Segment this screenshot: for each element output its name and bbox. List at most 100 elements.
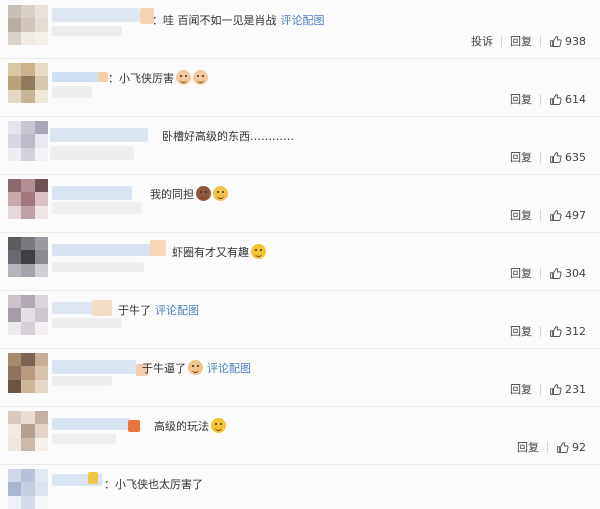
thumbs-up-icon bbox=[550, 151, 562, 163]
comment-actions: 回复 635 bbox=[510, 149, 586, 165]
avatar[interactable] bbox=[8, 353, 48, 393]
cat-face-emoji bbox=[196, 186, 211, 201]
comment-image-link[interactable]: 评论配图 bbox=[207, 362, 251, 375]
emoji-mouth bbox=[197, 79, 204, 83]
avatar[interactable] bbox=[8, 121, 48, 161]
avatar-pixel bbox=[34, 437, 48, 451]
like-count: 231 bbox=[565, 382, 586, 396]
avatar-pixel bbox=[21, 424, 35, 438]
comment-actions: 回复 497 bbox=[510, 207, 586, 223]
reply-button[interactable]: 回复 bbox=[517, 439, 539, 455]
thumbs-up-icon bbox=[550, 209, 562, 221]
avatar-pixel bbox=[8, 63, 22, 77]
like-button[interactable]: 635 bbox=[549, 151, 586, 164]
comment-image-link[interactable]: 评论配图 bbox=[155, 304, 199, 317]
report-button[interactable]: 投诉 bbox=[471, 33, 493, 49]
like-button[interactable]: 231 bbox=[549, 383, 586, 396]
emoji-eye bbox=[255, 249, 257, 251]
avatar-pixel bbox=[34, 250, 48, 264]
avatar-pixel bbox=[8, 379, 22, 393]
emoji-eye bbox=[197, 365, 199, 367]
avatar-pixel bbox=[8, 424, 22, 438]
avatar-pixel bbox=[21, 89, 35, 103]
like-button[interactable]: 938 bbox=[549, 35, 586, 48]
comment-item: 于牛逼了 评论配图回复 231 bbox=[0, 348, 600, 407]
avatar[interactable] bbox=[8, 5, 48, 45]
redacted-username bbox=[52, 8, 140, 22]
avatar-pixel bbox=[21, 411, 35, 425]
like-count: 635 bbox=[565, 150, 586, 164]
avatar-pixel bbox=[34, 5, 48, 19]
avatar-pixel bbox=[8, 31, 22, 45]
avatar-pixel bbox=[21, 379, 35, 393]
reply-button[interactable]: 回复 bbox=[510, 149, 532, 165]
comment-item: 我的同担回复 497 bbox=[0, 174, 600, 233]
avatar-pixel bbox=[21, 295, 35, 309]
comment-body: ：小飞侠也太厉害了 bbox=[104, 478, 203, 491]
reply-button[interactable]: 回复 bbox=[510, 381, 532, 397]
thumbs-up-icon bbox=[550, 325, 562, 337]
reply-button[interactable]: 回复 bbox=[510, 323, 532, 339]
like-button[interactable]: 92 bbox=[556, 441, 586, 454]
avatar-pixel bbox=[8, 495, 22, 509]
divider bbox=[547, 441, 548, 453]
avatar-pixel bbox=[8, 437, 22, 451]
divider bbox=[540, 35, 541, 47]
comment-image-link[interactable]: 评论配图 bbox=[281, 14, 325, 27]
redacted-username bbox=[52, 376, 112, 386]
avatar[interactable] bbox=[8, 469, 48, 509]
avatar-pixel bbox=[21, 76, 35, 90]
avatar-pixel bbox=[21, 5, 35, 19]
comment-body: 卧槽好高级的东西………… bbox=[162, 130, 294, 143]
avatar-pixel bbox=[34, 63, 48, 77]
reply-button[interactable]: 回复 bbox=[510, 33, 532, 49]
avatar-pixel bbox=[34, 237, 48, 251]
avatar-pixel bbox=[34, 18, 48, 32]
avatar-pixel bbox=[8, 134, 22, 148]
reply-button[interactable]: 回复 bbox=[510, 207, 532, 223]
thumbs-up-icon bbox=[550, 93, 562, 105]
thumbs-up-icon bbox=[550, 35, 562, 47]
avatar[interactable] bbox=[8, 411, 48, 451]
like-button[interactable]: 614 bbox=[549, 93, 586, 106]
avatar[interactable] bbox=[8, 237, 48, 277]
like-button[interactable]: 497 bbox=[549, 209, 586, 222]
avatar[interactable] bbox=[8, 179, 48, 219]
like-button[interactable]: 304 bbox=[549, 267, 586, 280]
avatar-pixel bbox=[21, 179, 35, 193]
avatar-pixel bbox=[8, 89, 22, 103]
divider bbox=[540, 93, 541, 105]
avatar-pixel bbox=[21, 469, 35, 483]
emoji-eye bbox=[197, 75, 199, 77]
emoji-eye bbox=[205, 191, 207, 193]
comment-actions: 回复 312 bbox=[510, 323, 586, 339]
emoji-eye bbox=[215, 423, 217, 425]
like-button[interactable]: 312 bbox=[549, 325, 586, 338]
reply-button[interactable]: 回复 bbox=[510, 91, 532, 107]
avatar-pixel bbox=[34, 134, 48, 148]
avatar-pixel bbox=[34, 121, 48, 135]
avatar-pixel bbox=[8, 18, 22, 32]
comment-body: 我的同担 bbox=[150, 188, 194, 201]
redacted-username bbox=[128, 420, 140, 432]
comment-text: 于牛逼了 评论配图 bbox=[142, 360, 251, 376]
redacted-username bbox=[150, 240, 166, 256]
avatar-pixel bbox=[34, 31, 48, 45]
avatar-pixel bbox=[8, 366, 22, 380]
avatar-pixel bbox=[21, 192, 35, 206]
emoji-eye bbox=[192, 365, 194, 367]
comment-actions: 回复 231 bbox=[510, 381, 586, 397]
avatar-pixel bbox=[21, 308, 35, 322]
avatar[interactable] bbox=[8, 295, 48, 335]
avatar-pixel bbox=[34, 295, 48, 309]
comment-text: 于牛了 评论配图 bbox=[118, 302, 199, 318]
avatar[interactable] bbox=[8, 63, 48, 103]
avatar-pixel bbox=[8, 237, 22, 251]
laughing-emoji bbox=[251, 244, 266, 259]
reply-button[interactable]: 回复 bbox=[510, 265, 532, 281]
comment-body: ：哇 百闻不如一见是肖战 bbox=[152, 14, 277, 27]
comment-actions: 回复 304 bbox=[510, 265, 586, 281]
avatar-pixel bbox=[34, 424, 48, 438]
emoji-eye bbox=[217, 191, 219, 193]
comment-actions: 回复 614 bbox=[510, 91, 586, 107]
